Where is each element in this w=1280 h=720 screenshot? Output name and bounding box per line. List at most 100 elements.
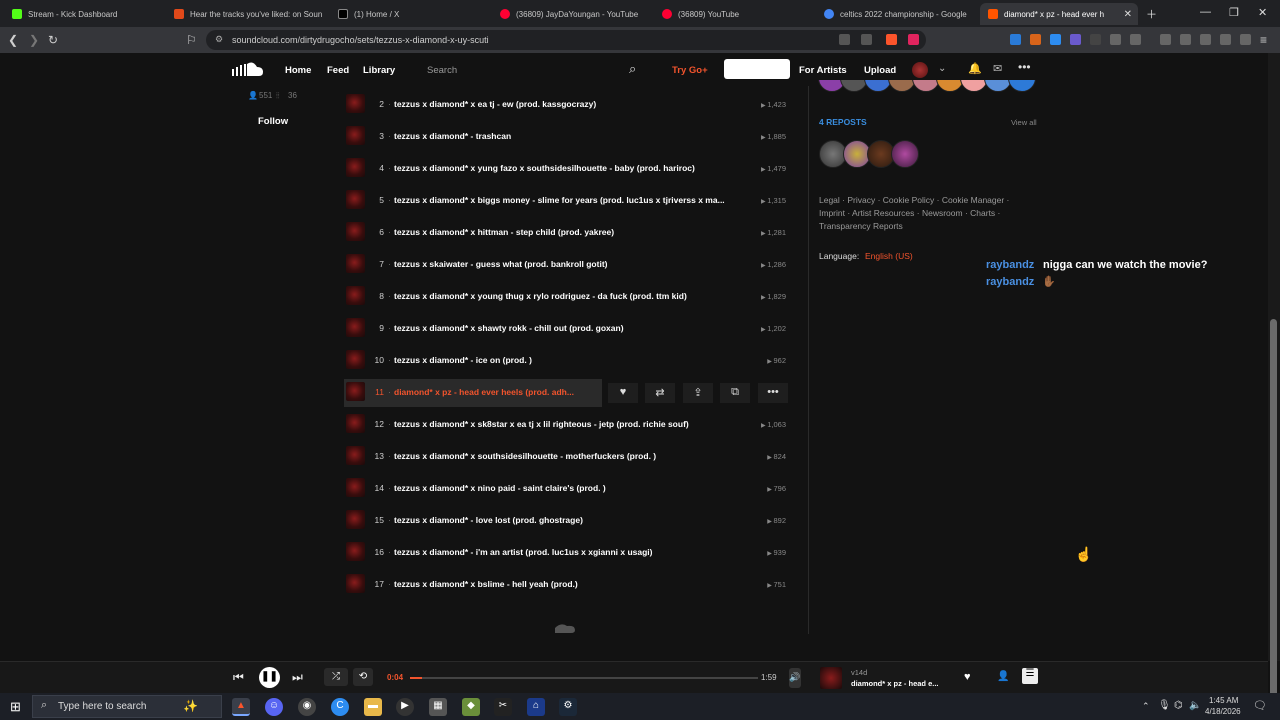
follow-user-icon[interactable]: 👤 [997, 671, 1009, 682]
tray-chevron-icon[interactable]: ⌃ [1142, 701, 1150, 712]
follow-button[interactable]: Follow [258, 116, 288, 127]
next-track-icon[interactable]: ⏭ [292, 670, 303, 685]
file-explorer-taskbar-icon[interactable]: ▬ [364, 698, 382, 716]
track-title[interactable]: tezzus x diamond* x shawty rokk - chill … [394, 323, 624, 333]
repeat-icon[interactable]: ⟲ [353, 668, 373, 686]
track-artwork[interactable] [346, 414, 365, 433]
clock-date[interactable]: 4/18/2026 [1205, 707, 1241, 716]
track-artwork[interactable] [346, 254, 365, 273]
track-title[interactable]: tezzus x diamond* x hittman - step child… [394, 227, 614, 237]
app-taskbar-icon[interactable]: ⌂ [527, 698, 545, 716]
track-row[interactable]: 2 · tezzus x diamond* x ea tj - ew (prod. … [344, 90, 788, 122]
track-title[interactable]: tezzus x diamond* x young thug x rylo ro… [394, 291, 687, 301]
close-tab-icon[interactable]: ✕ [1124, 9, 1132, 20]
pause-button[interactable]: ❚❚ [259, 667, 280, 688]
track-artwork[interactable] [346, 158, 365, 177]
minimize-icon[interactable]: — [1200, 6, 1211, 18]
scrollbar-thumb[interactable] [1270, 319, 1277, 711]
try-go-plus-link[interactable]: Try Go+ [672, 65, 708, 76]
forward-icon[interactable]: ❯ [29, 33, 39, 47]
extension-icon[interactable] [1070, 34, 1081, 45]
queue-icon[interactable]: ☰ [1022, 668, 1038, 684]
chevron-down-icon[interactable]: ⌄ [938, 63, 946, 74]
microphone-icon[interactable]: 🎙 [1158, 700, 1171, 711]
language-selector[interactable]: English (US) [865, 251, 913, 261]
track-artwork[interactable] [346, 126, 365, 145]
track-row[interactable]: 13 · tezzus x diamond* x southsidesilhouet… [344, 442, 788, 474]
track-row[interactable]: 5 · tezzus x diamond* x biggs money - slim… [344, 186, 788, 218]
volume-icon[interactable]: 🔊 [789, 668, 801, 688]
reposter-avatar[interactable] [891, 140, 919, 168]
footer-links-line3[interactable]: Transparency Reports [819, 221, 903, 231]
track-row[interactable]: 3 ·tezzus x diamond* - trashcan 1,885 [344, 122, 788, 154]
track-title[interactable]: tezzus x diamond* - love lost (prod. gho… [394, 515, 583, 525]
track-row[interactable]: 9 · tezzus x diamond* x shawty rokk - chil… [344, 314, 788, 346]
notifications-bell-icon[interactable]: 🔔 [968, 62, 982, 75]
track-artwork[interactable] [346, 510, 365, 529]
messages-envelope-icon[interactable]: ✉ [993, 62, 1002, 75]
page-scrollbar[interactable] [1268, 53, 1280, 711]
brave-taskbar-icon[interactable]: ▲ [232, 698, 250, 716]
search-input[interactable]: Search [427, 65, 457, 76]
track-row[interactable]: 15 · tezzus x diamond* - love lost (prod. … [344, 506, 788, 538]
now-playing-artist[interactable]: v14d [851, 668, 867, 677]
vpn-icon[interactable] [1240, 34, 1251, 45]
track-artwork[interactable] [346, 94, 365, 113]
like-heart-icon[interactable]: ♥ [964, 671, 971, 683]
obs-taskbar-icon[interactable]: ◉ [298, 698, 316, 716]
track-title[interactable]: tezzus x skaiwater - guess what (prod. b… [394, 259, 607, 269]
track-row[interactable]: 17 · tezzus x diamond* x bslime - hell yea… [344, 570, 788, 602]
share-icon[interactable]: ⇪ [683, 383, 713, 403]
like-heart-icon[interactable]: ♥ [608, 383, 638, 403]
track-title[interactable]: tezzus x diamond* x yung fazo x southsid… [394, 163, 695, 173]
track-title[interactable]: tezzus x diamond* - trashcan [394, 131, 511, 141]
progress-bar[interactable] [410, 677, 758, 679]
taskbar-search-box[interactable]: ⌕ Type here to search ✨ [32, 695, 222, 718]
extension-icon[interactable] [1050, 34, 1061, 45]
track-artwork[interactable] [346, 286, 365, 305]
more-options-icon[interactable]: ••• [758, 383, 788, 403]
back-icon[interactable]: ❮ [8, 33, 18, 47]
clock-time[interactable]: 1:45 AM [1209, 696, 1238, 705]
avatar[interactable] [912, 62, 928, 78]
track-row[interactable]: 4 · tezzus x diamond* x yung fazo x souths… [344, 154, 788, 186]
search-icon[interactable]: ⌕ [629, 61, 636, 77]
track-title[interactable]: tezzus x diamond* x biggs money - slime … [394, 195, 725, 205]
share-icon[interactable] [861, 34, 872, 45]
track-row[interactable]: 14 · tezzus x diamond* x nino paid - saint… [344, 474, 788, 506]
reposts-count[interactable]: 4 REPOSTS [819, 117, 867, 127]
more-options-icon[interactable]: ••• [1018, 60, 1031, 74]
track-row[interactable]: 12 · tezzus x diamond* x sk8star x ea tj x… [344, 410, 788, 442]
track-artwork[interactable] [346, 222, 365, 241]
sidebar-icon[interactable] [1180, 34, 1191, 45]
discord-taskbar-icon[interactable]: ☺ [265, 698, 283, 716]
previous-track-icon[interactable]: ⏮ [233, 670, 244, 685]
screen-icon[interactable] [839, 34, 850, 45]
now-playing-title[interactable]: diamond* x pz - head e... [851, 679, 939, 688]
tab-x-home[interactable]: (1) Home / X [330, 3, 490, 25]
footer-links-line1[interactable]: Legal · Privacy · Cookie Policy · Cookie… [819, 195, 1009, 205]
maximize-icon[interactable]: ❐ [1229, 6, 1239, 19]
shuffle-icon[interactable]: ⤮ [324, 668, 348, 686]
windows-start-icon[interactable]: ⊞ [10, 699, 21, 715]
reload-icon[interactable]: ↻ [48, 33, 58, 47]
app-taskbar-icon[interactable]: ◆ [462, 698, 480, 716]
track-row[interactable]: 16 · tezzus x diamond* - i'm an artist (pr… [344, 538, 788, 570]
capcut-taskbar-icon[interactable]: ✂ [494, 698, 512, 716]
upgrade-now-button[interactable]: Upgrade now [729, 65, 789, 76]
track-title[interactable]: tezzus x diamond* x bslime - hell yeah (… [394, 579, 578, 589]
track-artwork[interactable] [346, 478, 365, 497]
tab-soundcloud-current[interactable]: diamond* x pz - head ever h ✕ [980, 3, 1138, 25]
tab-google[interactable]: celtics 2022 championship - Google [816, 3, 976, 25]
site-info-icon[interactable]: ⚙ [215, 34, 223, 45]
menu-icon[interactable]: ≡ [1260, 33, 1267, 47]
leo-icon[interactable] [1220, 34, 1231, 45]
new-tab-icon[interactable]: ＋ [1146, 6, 1157, 22]
tab-youtube[interactable]: (36809) YouTube [654, 3, 814, 25]
url-field[interactable]: ⚙ soundcloud.com/dirtydrugocho/sets/tezz… [206, 30, 926, 50]
extension-icon[interactable] [1130, 34, 1141, 45]
copy-link-icon[interactable]: ⧉ [720, 383, 750, 403]
track-title[interactable]: diamond* x pz - head ever heels (prod. a… [394, 387, 574, 397]
nav-home[interactable]: Home [285, 65, 311, 76]
close-window-icon[interactable]: ✕ [1258, 6, 1267, 19]
